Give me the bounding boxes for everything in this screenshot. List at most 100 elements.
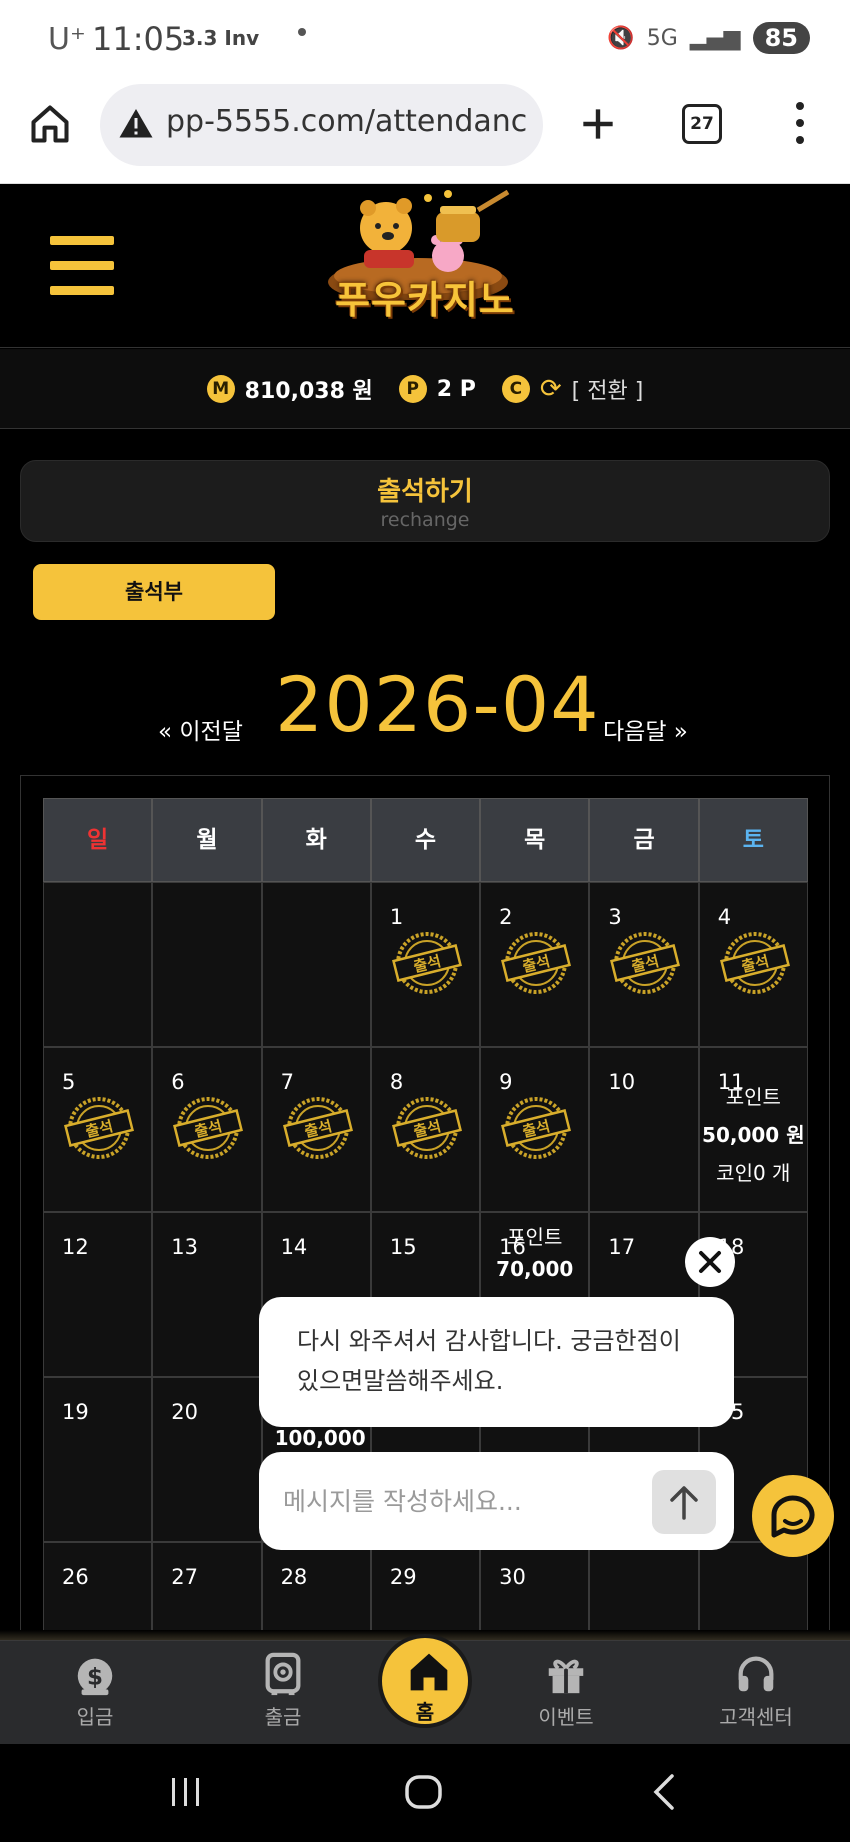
weekday-thu: 목	[480, 798, 590, 882]
safe-icon	[265, 1652, 301, 1696]
weekday-header: 일 월 화 수 목 금 토	[43, 798, 808, 882]
warning-icon[interactable]	[118, 106, 154, 142]
attendance-stamp-icon: 출석	[64, 1097, 134, 1159]
url-text[interactable]: pp-5555.com/attendanc	[166, 104, 536, 139]
nav-deposit[interactable]: $ 입금	[25, 1651, 165, 1730]
day-number: 2	[499, 905, 513, 929]
home-icon	[410, 1653, 448, 1691]
reward-info: 포인트 50,000 원코인0 개	[700, 1078, 807, 1192]
network-label: 5G	[646, 25, 678, 51]
balance-bar: M 810,038 원 P 2 P C ⟳ [ 전환 ]	[0, 349, 850, 429]
money-balance: 810,038 원	[244, 379, 373, 404]
calendar-day[interactable]: 7 출석	[261, 1047, 371, 1212]
browser-toolbar: pp-5555.com/attendanc 27	[0, 80, 850, 184]
attendance-stamp-icon: 출석	[282, 1097, 353, 1159]
day-number: 20	[171, 1400, 199, 1424]
battery-indicator: 85	[752, 22, 810, 54]
page-subtitle: rechange	[380, 509, 470, 531]
nav-support[interactable]: 고객센터	[686, 1651, 826, 1730]
calendar-day[interactable]: 19	[43, 1377, 153, 1542]
page-title: 출석하기	[377, 477, 473, 507]
weekday-wed: 수	[370, 798, 481, 882]
chat-close-button[interactable]	[685, 1237, 735, 1287]
convert-link[interactable]: [ 전환 ]	[572, 373, 644, 405]
site-logo[interactable]: 푸우카지노	[308, 189, 542, 340]
attendance-stamp-icon: 출석	[391, 932, 462, 994]
logo-text: 푸우카지노	[335, 278, 515, 322]
attendance-stamp-icon: 출석	[610, 932, 681, 994]
chat-launcher-button[interactable]	[752, 1475, 834, 1557]
kebab-dot-icon	[796, 102, 804, 110]
attendance-stamp-icon: 출석	[391, 1097, 462, 1159]
nav-event[interactable]: 이벤트	[496, 1651, 636, 1730]
calendar-day[interactable]: 10	[589, 1047, 699, 1212]
new-tab-button[interactable]	[576, 102, 620, 146]
back-icon[interactable]	[644, 1770, 684, 1814]
calendar-day[interactable]: 13	[152, 1212, 262, 1377]
reward-coin: 코인0 개	[716, 1161, 791, 1185]
next-month-link[interactable]: 다음달 »	[603, 712, 688, 746]
calendar-day[interactable]: 8 출석	[370, 1047, 481, 1212]
money-bag-icon: $	[77, 1658, 113, 1696]
calendar-empty-cell	[43, 882, 153, 1047]
chat-bubble-icon	[771, 1495, 815, 1538]
notification-label: 3.3 Inv	[182, 26, 260, 50]
weekday-mon: 월	[152, 798, 262, 882]
nav-support-label: 고객센터	[719, 1705, 793, 1729]
day-number: 19	[62, 1400, 89, 1424]
nav-home[interactable]: 홈	[378, 1634, 472, 1728]
chat-message: 다시 와주셔서 감사합니다. 궁금한점이 있으면말씀해주세요.	[259, 1297, 734, 1427]
arrow-up-icon	[670, 1486, 698, 1520]
system-home-icon[interactable]	[402, 1770, 446, 1814]
prev-month-link[interactable]: « 이전달	[158, 712, 243, 746]
attendance-book-button[interactable]: 출석부	[33, 564, 275, 620]
calendar-week: 5 출석 6 출석 7 출석 8 출석 9 출석 10 11 포인트 50,000 원 코인0 개	[43, 1047, 808, 1212]
reward-amount: 70,000	[496, 1257, 574, 1281]
calendar-day[interactable]: 5 출석	[43, 1047, 153, 1212]
calendar-day[interactable]: 1 출석	[370, 882, 481, 1047]
menu-bar-icon	[50, 236, 114, 245]
browser-menu-button[interactable]	[796, 102, 806, 148]
calendar-day[interactable]: 12	[43, 1212, 153, 1377]
calendar-day[interactable]: 4 출석	[698, 882, 808, 1047]
reward-label: 포인트	[725, 1085, 781, 1109]
day-number: 7	[280, 1070, 294, 1094]
recents-icon[interactable]	[166, 1772, 206, 1812]
current-month: 2026-04	[275, 660, 600, 749]
calendar-day[interactable]: 9 출석	[480, 1047, 590, 1212]
day-number: 26	[62, 1565, 89, 1589]
point-balance: 2 P	[436, 376, 476, 402]
chat-send-button[interactable]	[652, 1470, 716, 1534]
day-number: 30	[499, 1565, 526, 1589]
svg-text:$: $	[87, 1665, 103, 1691]
chat-input-placeholder[interactable]: 메시지를 작성하세요...	[283, 1482, 522, 1518]
headset-icon	[738, 1656, 774, 1692]
address-bar[interactable]: pp-5555.com/attendanc	[100, 84, 543, 166]
browser-home-button[interactable]	[28, 102, 72, 146]
calendar-day[interactable]: 6 출석	[152, 1047, 262, 1212]
day-number: 3	[608, 905, 622, 929]
plus-icon	[583, 109, 613, 139]
kebab-dot-icon	[796, 119, 804, 127]
home-icon	[31, 105, 69, 143]
weekday-fri: 금	[589, 798, 699, 882]
day-number: 13	[171, 1235, 199, 1259]
refresh-icon[interactable]: ⟳	[540, 374, 562, 404]
nav-event-label: 이벤트	[538, 1705, 594, 1729]
tab-switcher-button[interactable]: 27	[682, 104, 722, 144]
reward-amount: 50,000 원	[702, 1123, 805, 1147]
calendar-day[interactable]: 11 포인트 50,000 원 코인0 개	[698, 1047, 808, 1212]
chat-input-box[interactable]: 메시지를 작성하세요...	[259, 1452, 734, 1550]
calendar-day[interactable]: 3 출석	[589, 882, 699, 1047]
nav-withdraw[interactable]: 출금	[213, 1651, 353, 1730]
calendar-week: 1 출석 2 출석 3 출석 4 출석	[43, 882, 808, 1047]
calendar-day[interactable]: 20	[152, 1377, 262, 1542]
day-number: 4	[717, 905, 732, 929]
screen: U⁺ 11:05 3.3 Inv 🔇 5G ▂▄▆ 85 pp-5555.com…	[0, 0, 850, 1842]
day-number: 17	[608, 1235, 636, 1259]
calendar-empty-cell	[261, 882, 371, 1047]
status-icons: 🔇 5G ▂▄▆ 85	[607, 22, 810, 54]
hamburger-menu-button[interactable]	[50, 236, 114, 295]
calendar-day[interactable]: 2 출석	[480, 882, 590, 1047]
system-nav-bar	[0, 1744, 850, 1842]
